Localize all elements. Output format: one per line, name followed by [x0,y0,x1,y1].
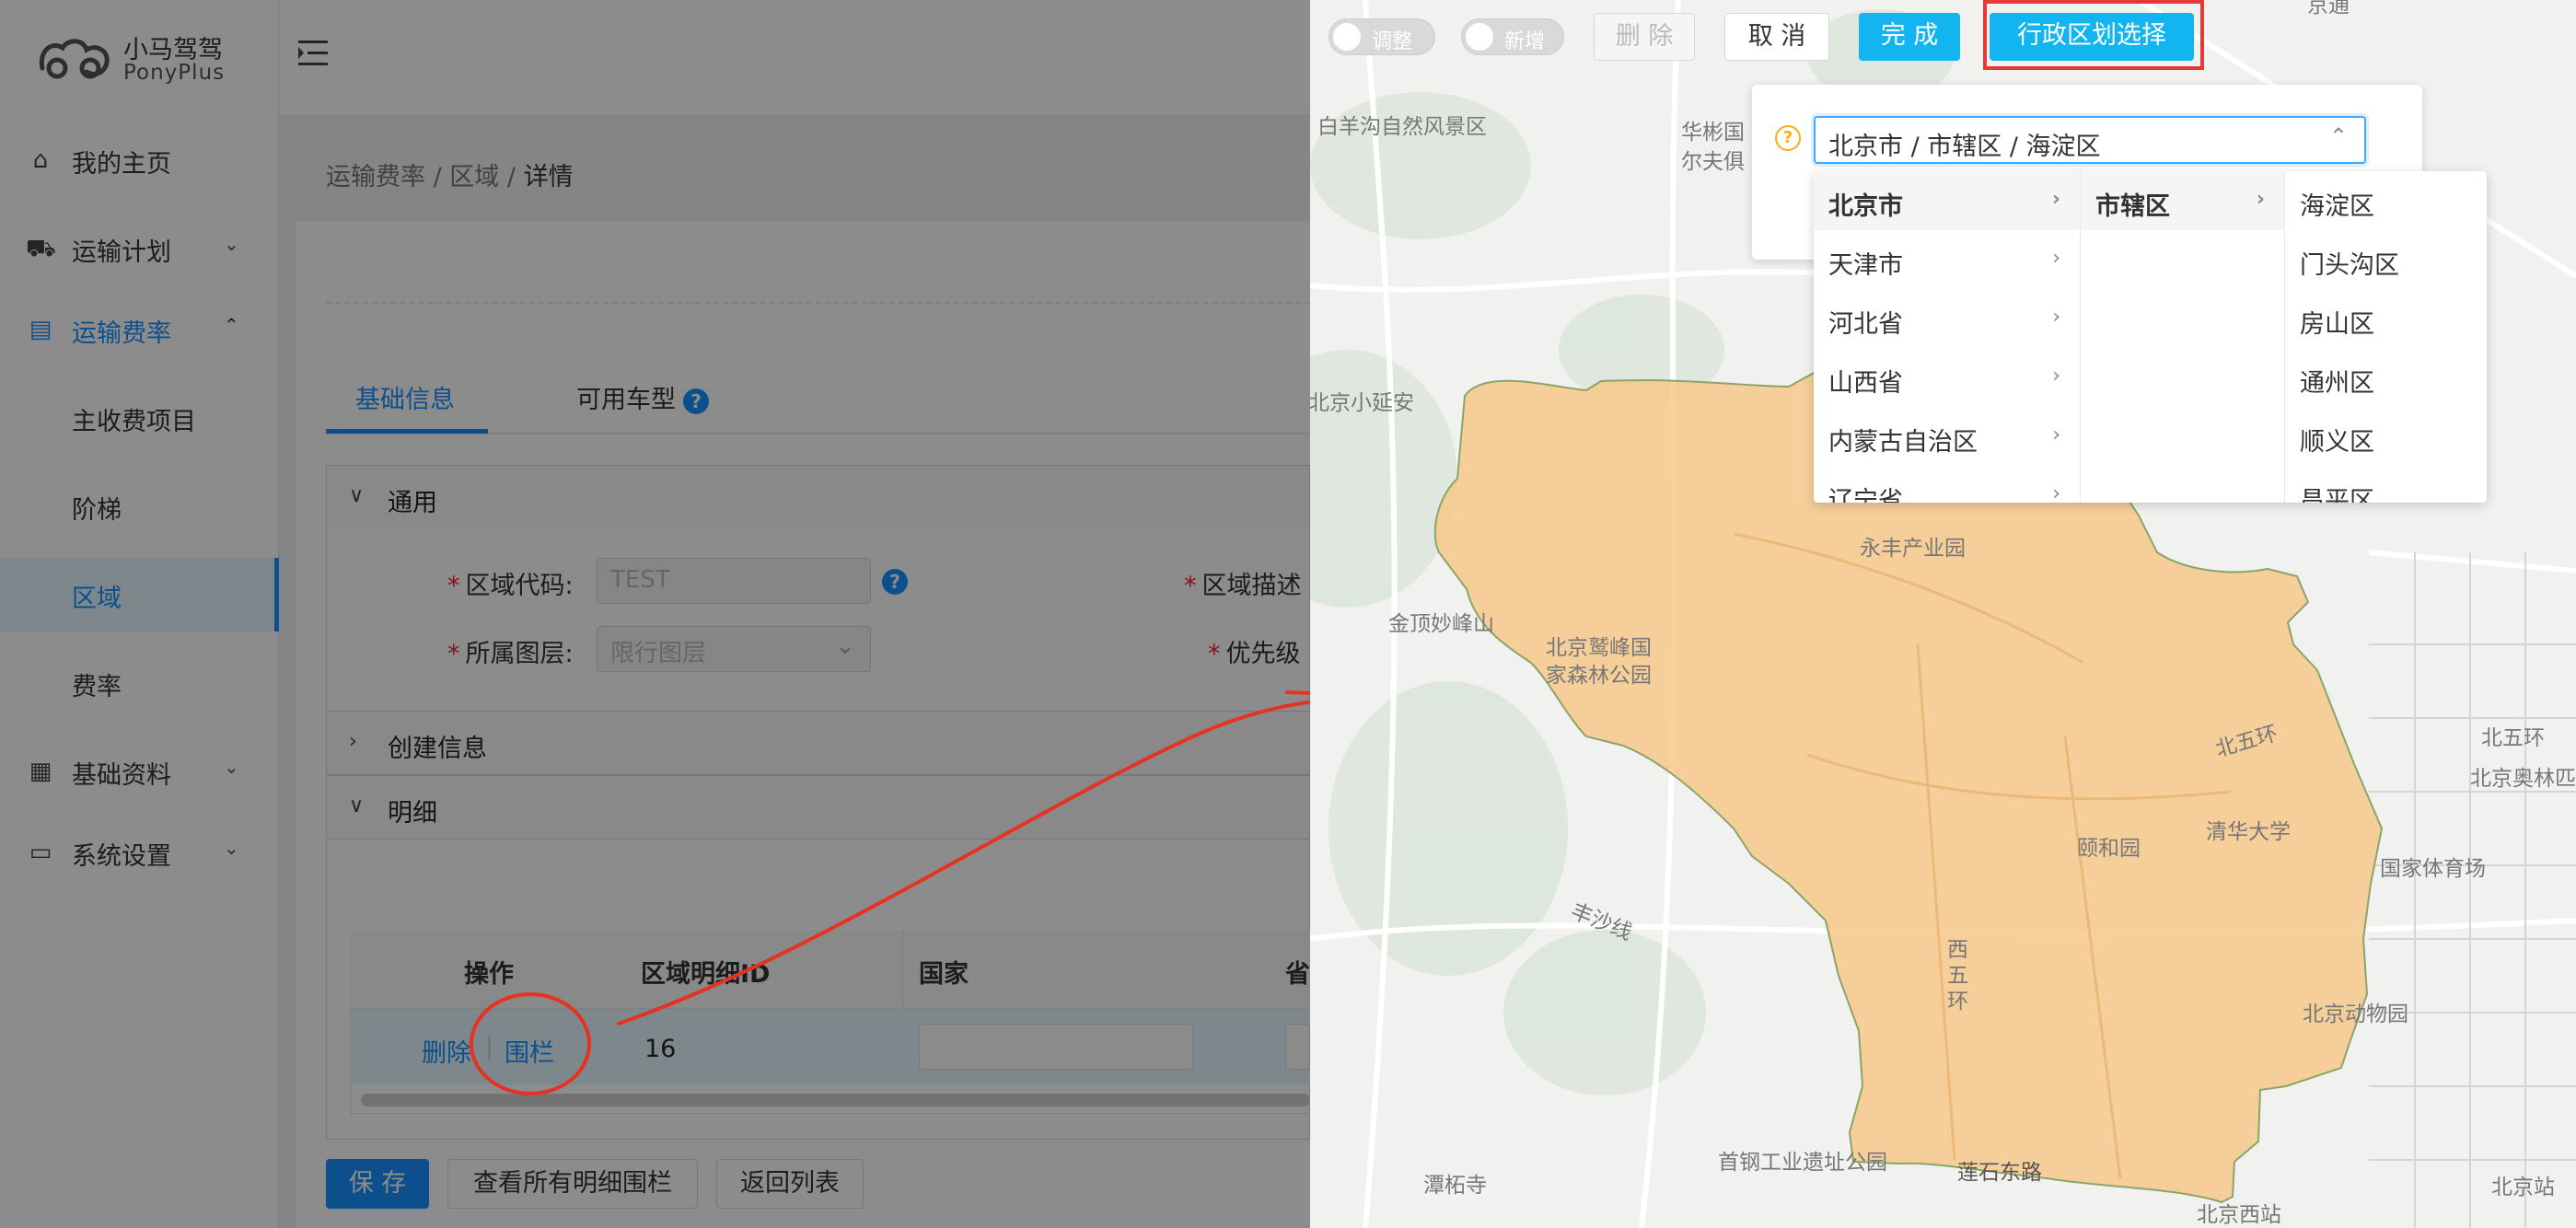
chevron-up-icon: ⌃ [2329,123,2349,149]
map-label: 颐和园 [2077,837,2141,861]
cascader-option[interactable]: 昌平区 [2285,466,2487,503]
cascader-option[interactable]: 市辖区 › [2081,171,2284,230]
map-label: 北五环 [2481,726,2545,750]
map-label: 清华大学 [2206,820,2291,844]
map-label: 首钢工业遗址公园 [1718,1151,1887,1175]
map-label: 北京动物园 [2303,1002,2408,1026]
map-label: 北京小延安 [1310,391,1414,415]
cascader-dropdown: 北京市 › 天津市 › 河北省 › 山西省 › 内蒙古自治区 › 辽宁省 › 市辖区 › 海淀… [1814,171,2487,503]
done-map-button[interactable]: 完 成 [1859,13,1960,61]
cascader-column-province: 北京市 › 天津市 › 河北省 › 山西省 › 内蒙古自治区 › 辽宁省 › [1814,171,2081,503]
map-label: 莲石东路 [1957,1161,2042,1185]
cascader-input[interactable]: 北京市 / 市辖区 / 海淀区 [1814,116,2366,164]
highlight-box [1983,0,2204,70]
annotation-arrow [470,690,1379,1095]
cascader-option[interactable]: 顺义区 [2285,407,2487,466]
cascader-option[interactable]: 海淀区 [2285,171,2487,230]
map-label: 金顶妙峰山 [1388,612,1494,636]
map-label: 京通 [2307,0,2350,17]
map-label: 北京西站 [2197,1203,2281,1227]
toggle-knob [1466,23,1493,51]
chevron-right-icon: › [2052,423,2060,446]
toggle-label: 调整 [1372,30,1413,53]
cascader-option[interactable]: 房山区 [2285,289,2487,348]
map-label: 北京奥林匹 [2470,767,2576,791]
cancel-map-button[interactable]: 取 消 [1724,13,1829,61]
chevron-right-icon: › [2052,365,2060,388]
adjust-toggle[interactable]: 调整 [1329,18,1435,55]
map-label: 华彬国 [1681,121,1745,145]
chevron-right-icon: › [2052,247,2060,270]
toggle-label: 新增 [1504,30,1546,53]
question-circle-icon: ? [1775,125,1801,151]
cascader-option[interactable]: 通州区 [2285,348,2487,407]
map-label: 北京站 [2491,1176,2555,1199]
toggle-knob [1333,23,1361,51]
cascader-option[interactable]: 辽宁省 › [1814,466,2080,503]
map-label: 家森林公园 [1546,664,1652,688]
cascader-option[interactable]: 北京市 › [1814,171,2080,230]
map-label: 白羊沟自然风景区 [1317,115,1487,139]
add-toggle[interactable]: 新增 [1461,18,1564,55]
map-label: 尔夫俱 [1681,150,1745,174]
cascader-option[interactable]: 河北省 › [1814,289,2080,348]
map-label: 国家体育场 [2380,857,2486,881]
map-label: 潭柘寺 [1423,1174,1487,1198]
cascader-option[interactable]: 山西省 › [1814,348,2080,407]
map-label: 永丰产业园 [1860,537,1966,561]
chevron-right-icon: › [2052,482,2060,503]
chevron-right-icon: › [2051,188,2060,211]
map-label: 北京鹫峰国 [1546,636,1652,660]
chevron-right-icon: › [2256,188,2265,211]
map-label: 环 [1947,990,1968,1014]
cascader-column-district: 海淀区 门头沟区 房山区 通州区 顺义区 昌平区 [2285,171,2487,503]
delete-map-button[interactable]: 删 除 [1594,13,1695,61]
cascader-column-city: 市辖区 › [2081,171,2285,503]
cascader-option[interactable]: 内蒙古自治区 › [1814,407,2080,466]
cascader-option[interactable]: 天津市 › [1814,230,2080,289]
cascader-option[interactable]: 门头沟区 [2285,230,2487,289]
chevron-right-icon: › [2052,306,2060,329]
